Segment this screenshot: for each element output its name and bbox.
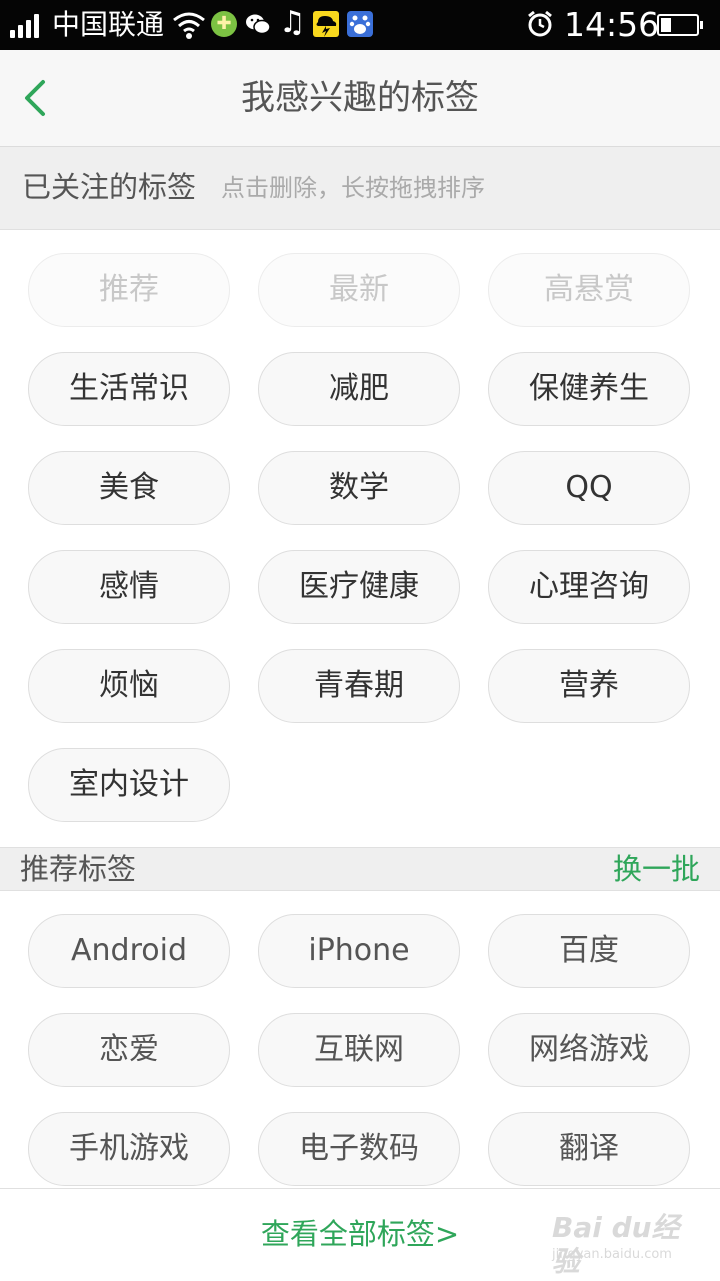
followed-tag[interactable]: 烦恼: [28, 649, 230, 723]
page-title: 我感兴趣的标签: [241, 78, 479, 118]
followed-tag[interactable]: 营养: [488, 649, 690, 723]
recommended-tag[interactable]: 电子数码: [258, 1112, 460, 1186]
weather-icon: [313, 11, 339, 37]
carrier-name: 中国联通: [52, 8, 165, 41]
followed-tag[interactable]: 医疗健康: [258, 550, 460, 624]
bottom-bar: 查看全部标签> Bai du经验 jingyan.baidu.com: [0, 1188, 720, 1281]
title-bar: 我感兴趣的标签: [0, 50, 720, 147]
watermark-url: jingyan.baidu.com: [552, 1247, 672, 1262]
wechat-icon: [246, 14, 271, 35]
followed-tag[interactable]: 感情: [28, 550, 230, 624]
recommended-tags-title: 推荐标签: [20, 852, 137, 886]
followed-tag[interactable]: 青春期: [258, 649, 460, 723]
battery-level: [661, 18, 671, 32]
baidu-icon: [347, 11, 373, 37]
recommended-tag[interactable]: iPhone: [258, 914, 460, 988]
followed-tags-header: 已关注的标签 点击删除，长按拖拽排序: [0, 147, 720, 230]
battery-icon: [657, 14, 703, 36]
followed-tag[interactable]: 生活常识: [28, 352, 230, 426]
music-icon: ♫: [279, 5, 306, 40]
app-plus-icon: [211, 11, 237, 37]
followed-tag[interactable]: 美食: [28, 451, 230, 525]
recommended-tag[interactable]: 手机游戏: [28, 1112, 230, 1186]
recommended-tags-header: 推荐标签 换一批: [0, 847, 720, 891]
followed-tag[interactable]: 心理咨询: [488, 550, 690, 624]
followed-tag[interactable]: 保健养生: [488, 352, 690, 426]
refresh-batch-button[interactable]: 换一批: [613, 851, 700, 887]
tag-high-reward[interactable]: 高悬赏: [488, 253, 690, 327]
followed-tags-title: 已关注的标签: [22, 170, 197, 204]
baidu-jingyan-watermark: Bai du经验 jingyan.baidu.com: [552, 1211, 702, 1278]
wifi-icon: [173, 12, 205, 39]
recommended-tag[interactable]: 网络游戏: [488, 1013, 690, 1087]
recommended-tag[interactable]: 翻译: [488, 1112, 690, 1186]
signal-icon: [10, 12, 44, 38]
recommended-tag[interactable]: 恋爱: [28, 1013, 230, 1087]
alarm-icon: [528, 10, 552, 37]
followed-tag[interactable]: QQ: [488, 451, 690, 525]
recommended-tag[interactable]: 百度: [488, 914, 690, 988]
followed-tags-hint: 点击删除，长按拖拽排序: [221, 174, 485, 202]
clock-time: 14:56: [564, 5, 660, 44]
recommended-tag[interactable]: Android: [28, 914, 230, 988]
followed-tag[interactable]: 室内设计: [28, 748, 230, 822]
tag-newest[interactable]: 最新: [258, 253, 460, 327]
followed-tag[interactable]: 减肥: [258, 352, 460, 426]
recommended-tag[interactable]: 互联网: [258, 1013, 460, 1087]
tag-recommend[interactable]: 推荐: [28, 253, 230, 327]
watermark-logo: Bai du经验: [552, 1211, 680, 1278]
status-bar: 中国联通 ♫ 14:56: [0, 0, 720, 50]
followed-tag[interactable]: 数学: [258, 451, 460, 525]
